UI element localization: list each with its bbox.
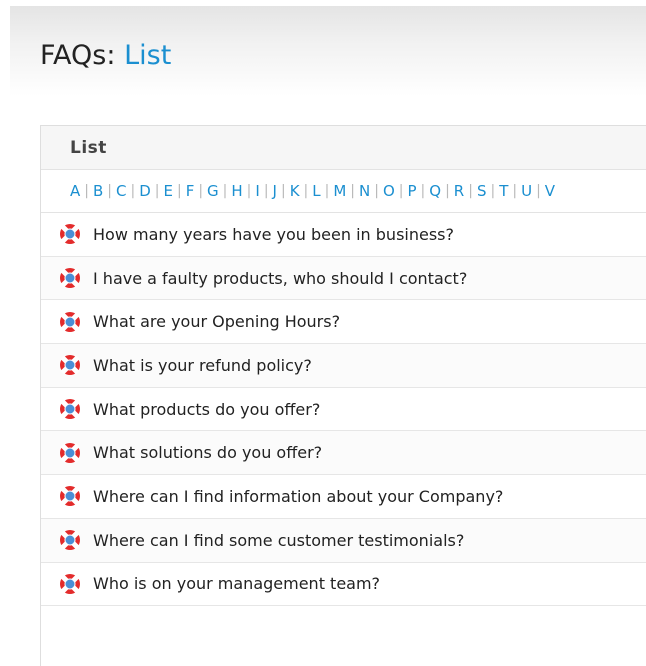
title-separator: : [106,40,116,71]
alphabet-link-i[interactable]: I [255,182,259,200]
faq-item[interactable]: What solutions do you offer? [41,431,646,476]
panel-title: List [70,137,107,158]
faq-question[interactable]: What is your refund policy? [93,356,312,375]
alphabet-link-g[interactable]: G [207,182,219,200]
alphabet-filter: A | B | C | D | E | F | G | H | I | J | K | L | M | N | O | P | Q | R | S | T |… [41,170,646,213]
alphabet-link-o[interactable]: O [383,182,395,200]
faq-question[interactable]: How many years have you been in business… [93,225,454,244]
alphabet-separator: | [512,183,518,199]
faq-question[interactable]: What solutions do you offer? [93,443,322,462]
alphabet-separator: | [398,183,404,199]
page-title: FAQs: List [40,40,171,71]
lifebuoy-icon [60,224,80,245]
alphabet-link-r[interactable]: R [454,182,464,200]
alphabet-link-s[interactable]: S [477,182,487,200]
alphabet-separator: | [246,183,252,199]
alphabet-separator: | [490,183,496,199]
alphabet-separator: | [536,183,541,199]
faq-question[interactable]: What are your Opening Hours? [93,312,340,331]
alphabet-link-p[interactable]: P [408,182,417,200]
alphabet-link-a[interactable]: A [70,182,80,200]
alphabet-link-u[interactable]: U [521,182,532,200]
lifebuoy-icon [60,486,80,507]
lifebuoy-icon [60,268,80,289]
alphabet-separator: | [280,183,286,199]
alphabet-separator: | [84,183,89,199]
lifebuoy-icon [60,573,80,594]
alphabet-link-f[interactable]: F [186,182,195,200]
alphabet-separator: | [263,183,269,199]
faq-question[interactable]: Where can I find some customer testimoni… [93,531,464,550]
alphabet-link-j[interactable]: J [273,182,277,200]
alphabet-link-l[interactable]: L [312,182,320,200]
alphabet-link-d[interactable]: D [139,182,151,200]
faq-item[interactable]: What are your Opening Hours? [41,300,646,345]
faq-item[interactable]: How many years have you been in business… [41,213,646,257]
lifebuoy-icon [60,399,80,420]
faq-panel: List A | B | C | D | E | F | G | H | I | J | K | L | M | N | O | P | Q | R… [40,125,646,666]
page-title-text: FAQs [40,40,107,71]
alphabet-separator: | [107,183,112,199]
breadcrumb-current[interactable]: List [124,40,171,71]
faq-question[interactable]: Where can I find information about your … [93,487,503,506]
alphabet-separator: | [198,183,204,199]
alphabet-link-v[interactable]: V [545,182,555,200]
faq-list: How many years have you been in business… [41,213,646,607]
faq-item[interactable]: Who is on your management team? [41,562,646,607]
alphabet-link-b[interactable]: B [93,182,103,200]
faq-question[interactable]: I have a faulty products, who should I c… [93,269,467,288]
alphabet-link-e[interactable]: E [163,182,172,200]
alphabet-link-n[interactable]: N [359,182,370,200]
alphabet-separator: | [154,183,160,199]
faq-item[interactable]: Where can I find some customer testimoni… [41,518,646,563]
alphabet-separator: | [176,183,182,199]
alphabet-separator: | [324,183,330,199]
alphabet-separator: | [468,183,473,199]
lifebuoy-icon [60,355,80,376]
alphabet-link-t[interactable]: T [499,182,508,200]
alphabet-link-q[interactable]: Q [429,182,441,200]
alphabet-separator: | [445,183,450,199]
alphabet-separator: | [222,183,228,199]
alphabet-separator: | [303,183,309,199]
alphabet-link-k[interactable]: K [290,182,300,200]
faq-question[interactable]: Who is on your management team? [93,574,380,593]
lifebuoy-icon [60,530,80,551]
faq-question[interactable]: What products do you offer? [93,400,320,419]
lifebuoy-icon [60,311,80,332]
alphabet-link-m[interactable]: M [333,182,346,200]
alphabet-separator: | [350,183,356,199]
lifebuoy-icon [60,442,80,463]
faq-item[interactable]: What is your refund policy? [41,344,646,388]
panel-header: List [41,126,646,170]
alphabet-separator: | [420,183,426,199]
alphabet-link-c[interactable]: C [116,182,126,200]
faq-item[interactable]: Where can I find information about your … [41,475,646,519]
alphabet-link-h[interactable]: H [231,182,242,200]
alphabet-separator: | [130,183,136,199]
alphabet-separator: | [374,183,379,199]
faq-item[interactable]: What products do you offer? [41,387,646,432]
faq-item[interactable]: I have a faulty products, who should I c… [41,256,646,301]
